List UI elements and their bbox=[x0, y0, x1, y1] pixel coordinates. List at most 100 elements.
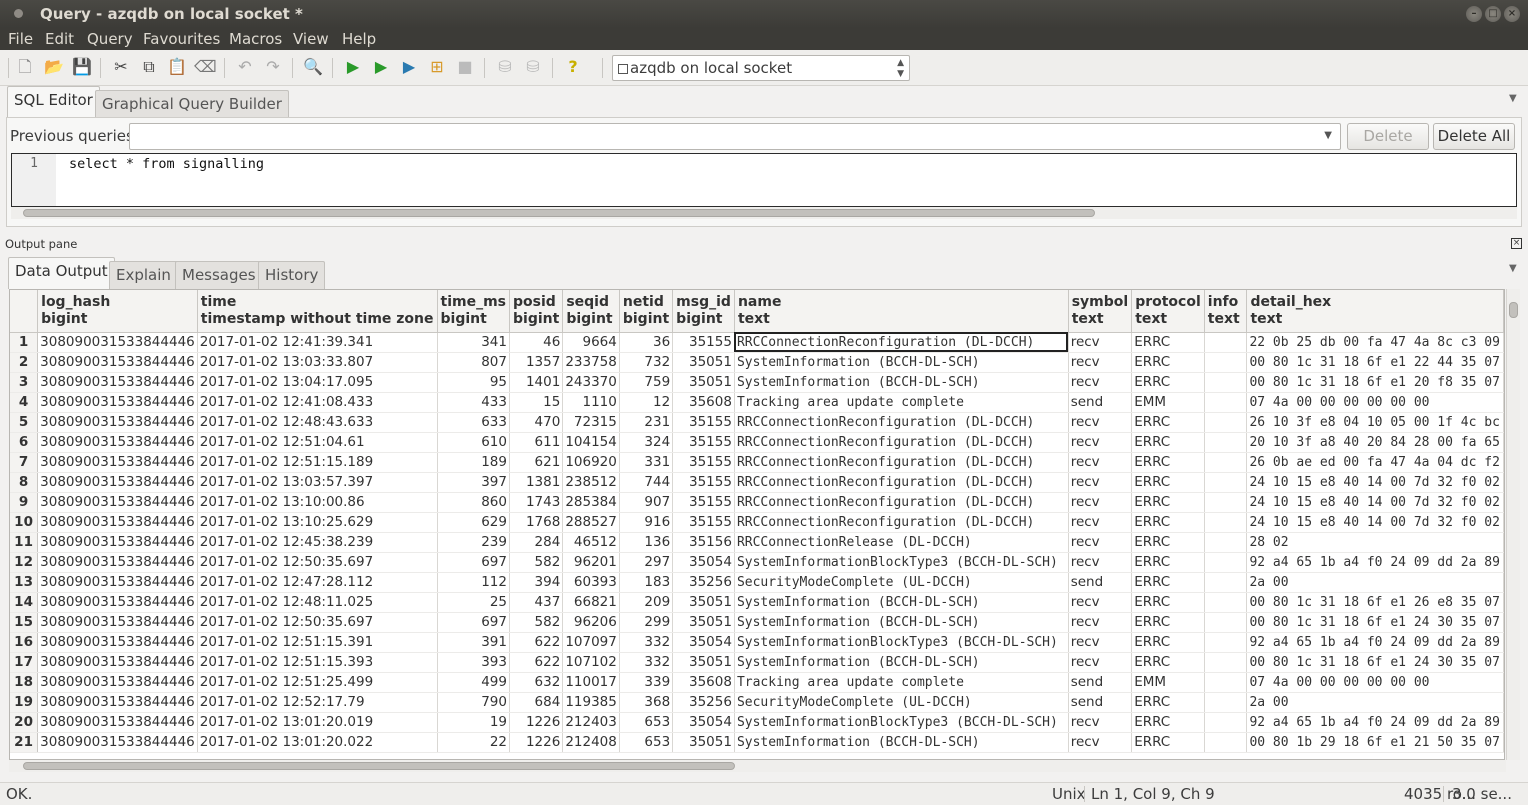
cell-time-ms[interactable]: 610 bbox=[437, 432, 510, 453]
cell-time-ms[interactable]: 95 bbox=[437, 372, 510, 393]
cell-detail-hex[interactable]: 28 02 bbox=[1246, 532, 1504, 553]
cell-netid[interactable]: 209 bbox=[619, 592, 674, 613]
cell-info[interactable] bbox=[1204, 432, 1248, 453]
column-header-symbol[interactable]: symbol text bbox=[1068, 290, 1133, 333]
clear-icon[interactable]: ⌫ bbox=[194, 56, 217, 78]
cell-msg-id[interactable]: 35256 bbox=[672, 692, 735, 713]
cell-detail-hex[interactable]: 24 10 15 e8 40 14 00 7d 32 f0 02 bbox=[1246, 472, 1504, 493]
cell-protocol[interactable]: ERRC bbox=[1131, 572, 1205, 593]
cell-protocol[interactable]: ERRC bbox=[1131, 512, 1205, 533]
cell-seqid[interactable]: 110017 bbox=[562, 672, 620, 693]
cell-protocol[interactable]: EMM bbox=[1131, 672, 1205, 693]
delete-all-button[interactable]: Delete All bbox=[1433, 123, 1515, 150]
cell-symbol[interactable]: send bbox=[1068, 392, 1133, 413]
cell-posid[interactable]: 284 bbox=[509, 532, 564, 553]
cell-seqid[interactable]: 104154 bbox=[562, 432, 620, 453]
tab-graphical-query-builder[interactable]: Graphical Query Builder bbox=[95, 90, 289, 118]
cell-seqid[interactable]: 66821 bbox=[562, 592, 620, 613]
cell-info[interactable] bbox=[1204, 472, 1248, 493]
copy-icon[interactable]: ⧉ bbox=[138, 56, 160, 78]
row-number[interactable]: 3 bbox=[10, 372, 39, 393]
cell-time[interactable]: 2017-01-02 12:50:35.697 bbox=[197, 612, 438, 633]
cell-info[interactable] bbox=[1204, 392, 1248, 413]
cell-symbol[interactable]: recv bbox=[1068, 372, 1133, 393]
cell-msg-id[interactable]: 35051 bbox=[672, 592, 735, 613]
cell-detail-hex[interactable]: 07 4a 00 00 00 00 00 00 bbox=[1246, 392, 1504, 413]
cell-msg-id[interactable]: 35054 bbox=[672, 552, 735, 573]
cell-time[interactable]: 2017-01-02 13:04:17.095 bbox=[197, 372, 438, 393]
cell-seqid[interactable]: 288527 bbox=[562, 512, 620, 533]
cell-msg-id[interactable]: 35155 bbox=[672, 432, 735, 453]
cell-log-hash[interactable]: 308090031533844446 bbox=[37, 652, 198, 673]
cell-posid[interactable]: 622 bbox=[509, 632, 564, 653]
table-row[interactable]: 10 308090031533844446 2017-01-02 13:10:25.… bbox=[10, 512, 1504, 533]
cell-posid[interactable]: 1743 bbox=[509, 492, 564, 513]
menu-view[interactable]: View bbox=[293, 30, 329, 48]
cell-name[interactable]: Tracking area update complete bbox=[734, 672, 1069, 693]
cell-symbol[interactable]: send bbox=[1068, 672, 1133, 693]
row-number[interactable]: 19 bbox=[10, 692, 39, 713]
undo-icon[interactable]: ↶ bbox=[234, 56, 256, 78]
cell-detail-hex[interactable]: 92 a4 65 1b a4 f0 24 09 dd 2a 89 bbox=[1246, 632, 1504, 653]
table-row[interactable]: 15 308090031533844446 2017-01-02 12:50:35.… bbox=[10, 612, 1504, 633]
cell-posid[interactable]: 46 bbox=[509, 332, 564, 353]
column-header-info[interactable]: info text bbox=[1204, 290, 1248, 333]
cell-time[interactable]: 2017-01-02 12:45:38.239 bbox=[197, 532, 438, 553]
sql-text-editor[interactable]: 1 select * from signalling bbox=[11, 153, 1517, 207]
row-number[interactable]: 13 bbox=[10, 572, 39, 593]
cell-info[interactable] bbox=[1204, 672, 1248, 693]
cell-netid[interactable]: 732 bbox=[619, 352, 674, 373]
cell-symbol[interactable]: recv bbox=[1068, 712, 1133, 733]
cell-netid[interactable]: 324 bbox=[619, 432, 674, 453]
cell-detail-hex[interactable]: 00 80 1c 31 18 6f e1 20 f8 35 07 bbox=[1246, 372, 1504, 393]
cell-protocol[interactable]: ERRC bbox=[1131, 652, 1205, 673]
cell-symbol[interactable]: recv bbox=[1068, 632, 1133, 653]
table-row[interactable]: 20 308090031533844446 2017-01-02 13:01:20.… bbox=[10, 712, 1504, 733]
cell-protocol[interactable]: EMM bbox=[1131, 392, 1205, 413]
cell-info[interactable] bbox=[1204, 332, 1248, 353]
cell-time-ms[interactable]: 19 bbox=[437, 712, 510, 733]
cell-log-hash[interactable]: 308090031533844446 bbox=[37, 352, 198, 373]
tab-messages[interactable]: Messages bbox=[175, 261, 263, 289]
cell-time[interactable]: 2017-01-02 12:51:04.61 bbox=[197, 432, 438, 453]
row-number[interactable]: 6 bbox=[10, 432, 39, 453]
cell-detail-hex[interactable]: 22 0b 25 db 00 fa 47 4a 8c c3 09 bbox=[1246, 332, 1504, 353]
tab-explain[interactable]: Explain bbox=[109, 261, 178, 289]
cell-time-ms[interactable]: 860 bbox=[437, 492, 510, 513]
cell-time-ms[interactable]: 790 bbox=[437, 692, 510, 713]
cell-protocol[interactable]: ERRC bbox=[1131, 332, 1205, 353]
cell-time-ms[interactable]: 391 bbox=[437, 632, 510, 653]
cell-detail-hex[interactable]: 2a 00 bbox=[1246, 572, 1504, 593]
cell-info[interactable] bbox=[1204, 552, 1248, 573]
cell-posid[interactable]: 582 bbox=[509, 612, 564, 633]
cell-info[interactable] bbox=[1204, 592, 1248, 613]
cell-seqid[interactable]: 238512 bbox=[562, 472, 620, 493]
cell-info[interactable] bbox=[1204, 572, 1248, 593]
execute-to-file-icon[interactable]: ▶ bbox=[398, 56, 420, 78]
cell-log-hash[interactable]: 308090031533844446 bbox=[37, 472, 198, 493]
cell-netid[interactable]: 368 bbox=[619, 692, 674, 713]
cell-detail-hex[interactable]: 2a 00 bbox=[1246, 692, 1504, 713]
cell-symbol[interactable]: recv bbox=[1068, 732, 1133, 753]
minimize-icon[interactable]: – bbox=[1466, 6, 1482, 22]
cell-symbol[interactable]: recv bbox=[1068, 472, 1133, 493]
row-number[interactable]: 4 bbox=[10, 392, 39, 413]
cell-detail-hex[interactable]: 92 a4 65 1b a4 f0 24 09 dd 2a 89 bbox=[1246, 552, 1504, 573]
cell-seqid[interactable]: 106920 bbox=[562, 452, 620, 473]
row-number[interactable]: 15 bbox=[10, 612, 39, 633]
row-number[interactable]: 18 bbox=[10, 672, 39, 693]
row-number[interactable]: 16 bbox=[10, 632, 39, 653]
cell-info[interactable] bbox=[1204, 492, 1248, 513]
cell-time[interactable]: 2017-01-02 13:01:20.019 bbox=[197, 712, 438, 733]
cell-netid[interactable]: 231 bbox=[619, 412, 674, 433]
cell-detail-hex[interactable]: 26 10 3f e8 04 10 05 00 1f 4c bc bbox=[1246, 412, 1504, 433]
cell-netid[interactable]: 339 bbox=[619, 672, 674, 693]
cell-symbol[interactable]: recv bbox=[1068, 612, 1133, 633]
cell-log-hash[interactable]: 308090031533844446 bbox=[37, 592, 198, 613]
cell-name[interactable]: SystemInformationBlockType3 (BCCH-DL-SCH… bbox=[734, 632, 1069, 653]
table-row[interactable]: 3 308090031533844446 2017-01-02 13:04:17.0… bbox=[10, 372, 1504, 393]
cell-name[interactable]: RRCConnectionReconfiguration (DL-DCCH) bbox=[734, 432, 1069, 453]
cell-time-ms[interactable]: 22 bbox=[437, 732, 510, 753]
cell-info[interactable] bbox=[1204, 652, 1248, 673]
cell-msg-id[interactable]: 35155 bbox=[672, 412, 735, 433]
